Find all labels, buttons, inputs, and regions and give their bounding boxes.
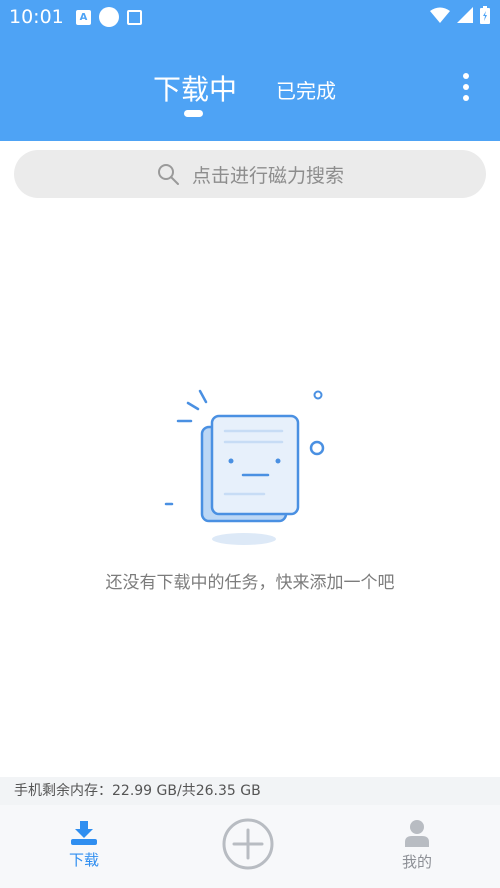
nav-download-label: 下载	[68, 851, 99, 869]
download-icon	[71, 821, 97, 845]
storage-info: 手机剩余内存：22.99 GB/共26.35 GB	[0, 777, 500, 805]
tab-completed[interactable]: 已完成	[276, 75, 336, 104]
nav-mine[interactable]: 我的	[377, 819, 457, 872]
magnet-search-bar[interactable]: 点击进行磁力搜索	[14, 150, 486, 198]
signal-icon	[457, 7, 473, 23]
status-bar: 10:01 A	[0, 0, 500, 36]
download-tabs: 下载中 已完成	[0, 68, 500, 118]
battery-icon	[480, 6, 490, 24]
search-icon	[157, 164, 179, 185]
add-circle-icon[interactable]	[222, 818, 274, 870]
status-notification-icons: A	[76, 7, 142, 27]
more-vert-icon	[463, 73, 469, 79]
tab-indicator	[184, 110, 203, 117]
circle-notification-icon	[99, 7, 119, 27]
status-system-icons	[430, 6, 490, 24]
nav-download[interactable]: 下载	[44, 819, 124, 870]
status-time: 10:01	[9, 6, 64, 28]
more-menu-button[interactable]	[456, 70, 476, 104]
empty-document-icon	[164, 389, 325, 545]
search-placeholder: 点击进行磁力搜索	[191, 164, 344, 187]
bottom-nav: 下载 我的	[0, 805, 500, 888]
wifi-icon	[430, 7, 450, 23]
tab-downloading[interactable]: 下载中	[153, 68, 237, 108]
nav-mine-label: 我的	[401, 853, 432, 871]
app-notification-icon: A	[76, 9, 91, 25]
sim-notification-icon	[127, 9, 142, 25]
person-icon	[405, 820, 429, 847]
app-header: 10:01 A 下载中 已完成	[0, 0, 500, 141]
empty-state-message: 还没有下载中的任务，快来添加一个吧	[105, 573, 395, 593]
